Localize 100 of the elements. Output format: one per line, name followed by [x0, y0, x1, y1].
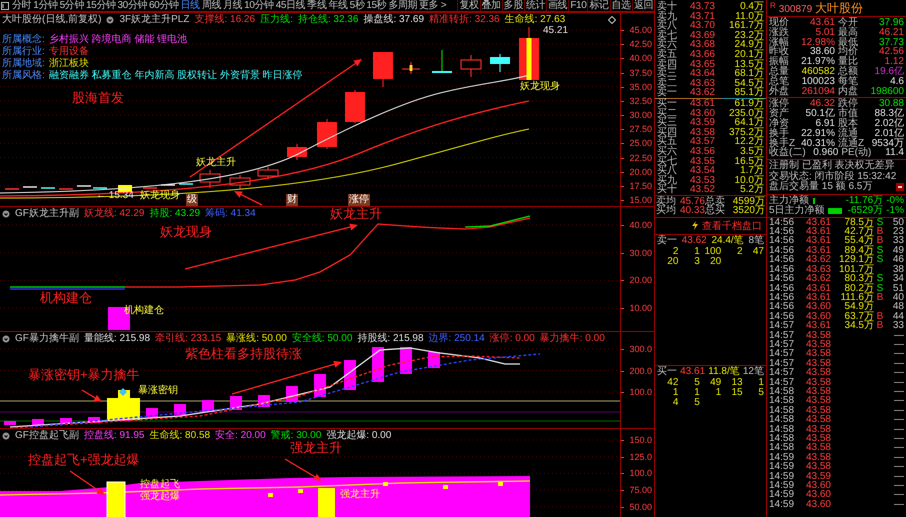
legend-value: 精准转折: 32.36	[429, 14, 500, 25]
queue-order: 2	[737, 246, 743, 257]
period-tab[interactable]: 多周期	[387, 0, 418, 11]
period-tab[interactable]: 10分钟	[243, 0, 275, 11]
diamond-icon[interactable]	[608, 16, 616, 24]
indicator-icon[interactable]	[2, 334, 10, 342]
histogram-bar	[146, 408, 158, 417]
toolbar-button[interactable]: 标记	[587, 0, 610, 11]
book-label: 卖五	[657, 50, 678, 60]
period-tab[interactable]: 15分钟	[84, 0, 116, 11]
quote-value: 37.73	[878, 38, 904, 48]
period-tab[interactable]: 年线	[327, 0, 349, 11]
legend-value: 生命线: 80.58	[149, 430, 210, 441]
tick-price: 43.60	[806, 481, 831, 490]
tick-count: 34	[892, 274, 904, 284]
toolbar-button[interactable]: 画线	[546, 0, 568, 11]
tick-time: 14:58	[769, 386, 796, 396]
indicator-icon[interactable]	[106, 16, 114, 24]
period-tab[interactable]: 60分钟	[148, 0, 180, 11]
quote-value: 38.60	[810, 47, 835, 58]
period-tab[interactable]: 分时	[11, 0, 32, 11]
period-tab[interactable]: 45日线	[274, 0, 306, 11]
tick-count: —	[894, 462, 904, 472]
queue-count: 12笔	[742, 366, 764, 377]
book-label: 买均	[656, 206, 677, 216]
legend-value: 安全线: 50.00	[292, 333, 352, 344]
indicator-icon[interactable]	[2, 210, 10, 218]
toolbar-button[interactable]: F10	[568, 0, 588, 11]
legend-value: 压力线:	[260, 14, 293, 25]
axis-label: 30.00	[629, 248, 652, 258]
tick-side: S	[876, 218, 884, 228]
tick-price: 43.58	[806, 462, 831, 472]
quote-value: 30.88	[878, 99, 904, 110]
quote-value: 198600	[870, 86, 904, 96]
quote-value: 9534万	[872, 138, 904, 148]
queue-order: 1	[694, 388, 700, 398]
book-volume: 3.5万	[740, 146, 764, 156]
period-tab[interactable]: 月线	[222, 0, 244, 11]
tick-side: B	[876, 321, 884, 331]
quote-value: 37.96	[878, 18, 904, 28]
quote-value: 46.21	[878, 28, 904, 38]
period-tab[interactable]: 15秒	[365, 0, 388, 11]
tick-price: 43.63	[806, 264, 831, 274]
chart-annotation: 强龙主升	[290, 441, 342, 456]
book-label: 买二	[657, 108, 678, 118]
axis-label: 32.50	[629, 96, 652, 106]
tick-count: 46	[892, 255, 904, 265]
tick-time: 14:56	[769, 292, 796, 302]
period-tab[interactable]: 季线	[306, 0, 328, 11]
tick-time: 14:57	[769, 368, 796, 378]
quote-value: 5.01	[816, 28, 835, 38]
period-tab[interactable]: 30分钟	[116, 0, 148, 11]
period-tab[interactable]: 1分钟	[32, 0, 59, 11]
book-volume: 85.1万	[734, 88, 764, 98]
quote-label: 收益(二)	[769, 148, 806, 158]
flow-bar-icon	[812, 198, 816, 204]
tick-volume: 54.9万	[844, 302, 874, 312]
book-label: 总买	[705, 206, 726, 216]
detail-icon[interactable]	[896, 183, 904, 192]
depth-link[interactable]: 查看千档盘口	[702, 218, 762, 233]
toolbar-button[interactable]: 返回	[632, 0, 654, 11]
period-tab[interactable]: 更多 >	[418, 0, 448, 11]
toolbar-button[interactable]: 复权	[457, 0, 480, 11]
book-label: 买四	[657, 128, 678, 138]
tick-count: 44	[892, 312, 904, 322]
period-tab[interactable]: 日线	[180, 0, 201, 11]
tick-price: 43.61	[806, 236, 831, 246]
book-price: 43.63	[690, 78, 715, 88]
book-label: 买七	[657, 156, 678, 166]
quote-value: 88.3亿	[874, 109, 904, 119]
tick-price: 43.58	[806, 443, 831, 453]
legend-value: 操盘线: 37.69	[363, 14, 424, 25]
legend-value: 生命线: 27.63	[504, 14, 566, 25]
chart-annotation: 暴涨密钥+暴力擒牛	[28, 368, 140, 383]
menu-icon[interactable]	[1, 2, 9, 10]
book-label: 卖六	[657, 40, 678, 50]
indicator-icon[interactable]	[2, 432, 10, 440]
queue-price: 43.61	[680, 366, 706, 377]
candlestick	[258, 166, 278, 180]
toolbar-button[interactable]: 叠加	[480, 0, 502, 11]
histogram-bar	[400, 347, 412, 374]
legend-value: 边界: 250.14	[428, 333, 485, 344]
tick-volume: 63.7万	[844, 312, 874, 322]
book-label: 买五	[657, 137, 678, 147]
toolbar-button[interactable]: 自选	[610, 0, 632, 11]
period-tab[interactable]: 周线	[200, 0, 222, 11]
tick-count: —	[894, 481, 904, 490]
tick-count: 33	[892, 321, 904, 331]
queue-order: 47	[752, 246, 764, 257]
period-tab[interactable]: 5分钟	[58, 0, 85, 11]
queue-order: 42	[667, 378, 678, 388]
quote-label: 最高	[838, 28, 858, 38]
quote-label: 振幅	[769, 57, 789, 67]
toolbar-button[interactable]: 多股	[502, 0, 524, 11]
candlestick	[287, 144, 307, 160]
holding-line	[464, 215, 530, 228]
book-volume: 5.2万	[740, 185, 764, 195]
tick-count: —	[894, 434, 904, 444]
axis-label: 30.00	[629, 110, 652, 120]
period-tab[interactable]: 5秒	[348, 0, 366, 11]
